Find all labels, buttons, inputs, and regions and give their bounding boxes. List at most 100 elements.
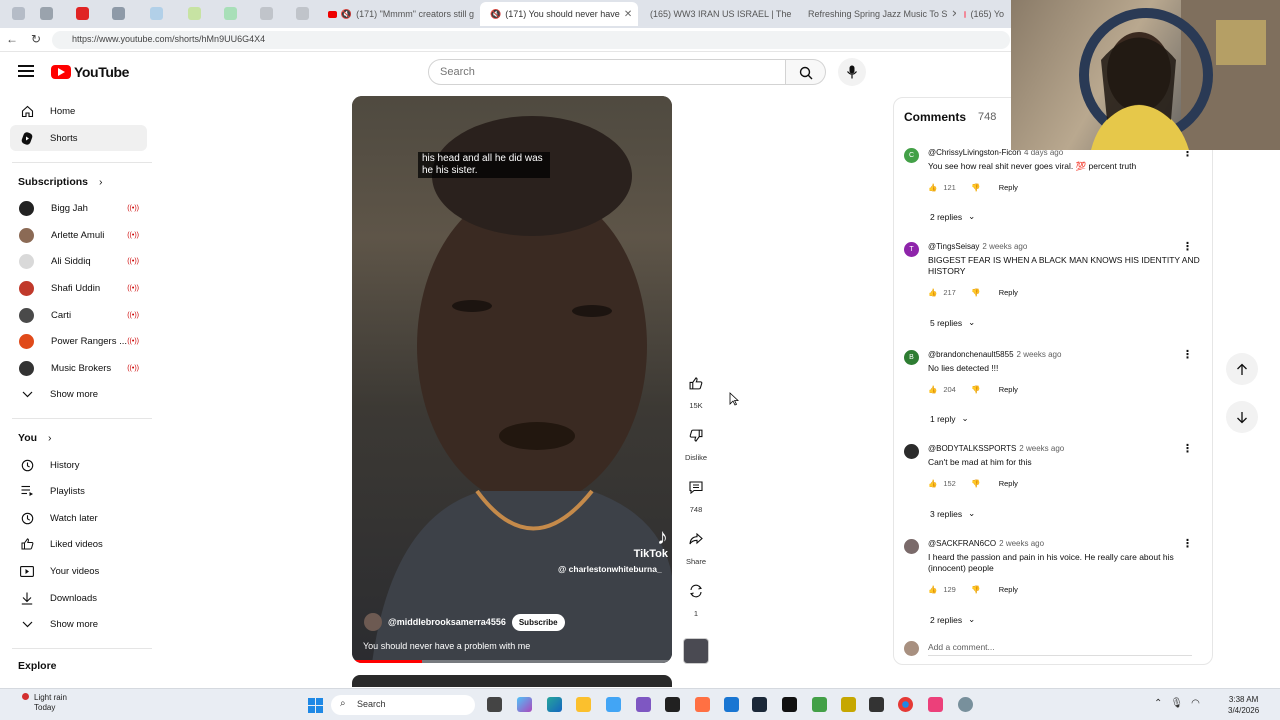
app-icon[interactable] xyxy=(841,697,856,712)
subscribe-button[interactable]: Subscribe xyxy=(511,613,565,631)
sidebar-item-your-videos[interactable]: Your videos xyxy=(10,558,147,584)
thumbs-up-icon[interactable]: 👍 xyxy=(928,183,937,192)
tab-favicon[interactable] xyxy=(188,7,201,20)
close-tab-icon[interactable]: ✕ xyxy=(795,9,796,20)
thumbs-up-icon[interactable]: 👍 xyxy=(928,585,937,594)
steam-icon[interactable] xyxy=(752,697,767,712)
app-icon[interactable] xyxy=(665,697,680,712)
dislike-button[interactable] xyxy=(682,421,710,449)
shorts-video-player[interactable]: ♪ TikTok @ charlestonwhiteburna_ @middle… xyxy=(352,96,672,663)
sidebar-item-shorts[interactable]: Shorts xyxy=(10,125,147,151)
tab-favicon[interactable] xyxy=(76,7,89,20)
channel-name[interactable]: @middlebrooksamerra4556 xyxy=(388,617,506,627)
sidebar-item-subscription[interactable]: Music Brokers ((•)) xyxy=(10,355,147,381)
thumbs-down-icon[interactable]: 👎 xyxy=(971,585,980,594)
app-icon[interactable] xyxy=(869,697,884,712)
thumbs-down-icon[interactable]: 👎 xyxy=(971,385,980,394)
sidebar-item-subscription[interactable]: Shafi Uddin ((•)) xyxy=(10,275,147,301)
commenter-avatar[interactable]: T xyxy=(904,242,919,257)
sidebar-item-subscription[interactable]: Bigg Jah ((•)) xyxy=(10,195,147,221)
you-heading[interactable]: You › xyxy=(18,432,51,444)
reply-button[interactable]: Reply xyxy=(999,183,1018,192)
app-icon[interactable] xyxy=(724,697,739,712)
commenter-avatar[interactable] xyxy=(904,444,919,459)
clock[interactable]: 3:38 AM 3/4/2026 xyxy=(1228,694,1259,716)
mute-icon[interactable]: 🔇 xyxy=(490,9,501,20)
close-tab-icon[interactable]: ✕ xyxy=(624,9,632,20)
reply-button[interactable]: Reply xyxy=(999,385,1018,394)
add-comment-input[interactable]: Add a comment... xyxy=(928,642,1192,656)
thumbs-up-icon[interactable]: 👍 xyxy=(928,479,937,488)
sidebar-item-subscription[interactable]: Power Rangers ... ((•)) xyxy=(10,328,147,354)
commenter-avatar[interactable]: C xyxy=(904,148,919,163)
wifi-icon[interactable]: ◠ xyxy=(1191,698,1200,709)
reply-button[interactable]: Reply xyxy=(999,585,1018,594)
comment-author[interactable]: @SACKFRAN6CO 2 weeks ago xyxy=(928,539,1044,548)
sidebar-item-history[interactable]: History xyxy=(10,452,147,478)
browser-tab[interactable]: (165) Yo xyxy=(958,2,1010,26)
search-input[interactable] xyxy=(428,59,786,85)
sidebar-item-liked-videos[interactable]: Liked videos xyxy=(10,531,147,557)
more-options-icon[interactable]: ⋮ xyxy=(1182,537,1193,550)
comments-button[interactable] xyxy=(682,473,710,501)
view-replies-button[interactable]: 3 replies ⌄ xyxy=(930,508,975,519)
comment-author[interactable]: @BODYTALKSSPORTS 2 weeks ago xyxy=(928,444,1064,453)
app-icon[interactable] xyxy=(695,697,710,712)
show-more-you[interactable]: Show more xyxy=(10,611,147,637)
tab-favicon[interactable] xyxy=(150,7,163,20)
thumbs-up-icon[interactable]: 👍 xyxy=(928,385,937,394)
tab-favicon[interactable] xyxy=(112,7,125,20)
show-more-subscriptions[interactable]: Show more xyxy=(10,381,147,407)
close-tab-icon[interactable]: ✕ xyxy=(951,9,956,20)
subscriptions-heading[interactable]: Subscriptions › xyxy=(18,176,102,188)
settings-icon[interactable] xyxy=(958,697,973,712)
taskbar-search[interactable]: ⌕ Search xyxy=(331,695,475,715)
sidebar-item-subscription[interactable]: Arlette Amuli ((•)) xyxy=(10,222,147,248)
messenger-icon[interactable] xyxy=(636,697,651,712)
browser-tab[interactable]: 🔇 (171) "Mmmm" creators still g xyxy=(322,2,480,26)
reload-icon[interactable]: ↻ xyxy=(28,32,44,46)
sidebar-item-subscription[interactable]: Carti ((•)) xyxy=(10,302,147,328)
channel-avatar[interactable] xyxy=(364,613,382,631)
tiktok-icon[interactable] xyxy=(782,697,797,712)
sidebar-item-home[interactable]: Home xyxy=(10,98,147,124)
share-button[interactable] xyxy=(682,525,710,553)
like-button[interactable] xyxy=(682,369,710,397)
more-options-icon[interactable]: ⋮ xyxy=(1182,240,1193,253)
view-replies-button[interactable]: 2 replies ⌄ xyxy=(930,211,975,222)
tab-favicon[interactable] xyxy=(296,7,309,20)
reply-button[interactable]: Reply xyxy=(999,479,1018,488)
next-short-preview[interactable] xyxy=(352,675,672,687)
system-tray[interactable]: ⌃ 🎙 ◠ xyxy=(1154,698,1200,709)
search-button[interactable] xyxy=(786,59,826,85)
file-explorer-icon[interactable] xyxy=(576,697,591,712)
windows-start-icon[interactable] xyxy=(308,698,323,713)
sidebar-item-downloads[interactable]: Downloads xyxy=(10,585,147,611)
video-progress-bar[interactable] xyxy=(352,660,672,663)
youtube-logo[interactable]: YouTube xyxy=(51,64,129,80)
tab-favicon[interactable] xyxy=(260,7,273,20)
browser-tab[interactable]: (165) WW3 IRAN US ISRAEL | The ✕ xyxy=(640,2,796,26)
tab-favicon[interactable] xyxy=(12,7,25,20)
more-options-icon[interactable]: ⋮ xyxy=(1182,348,1193,361)
thumbs-down-icon[interactable]: 👎 xyxy=(971,288,980,297)
commenter-avatar[interactable]: B xyxy=(904,350,919,365)
video-title[interactable]: You should never have a problem with me xyxy=(363,641,530,651)
hamburger-menu-icon[interactable] xyxy=(18,65,34,77)
tab-favicon[interactable] xyxy=(40,7,53,20)
sidebar-item-subscription[interactable]: Ali Siddiq ((•)) xyxy=(10,248,147,274)
view-replies-button[interactable]: 5 replies ⌄ xyxy=(930,317,975,328)
sidebar-item-watch-later[interactable]: Watch later xyxy=(10,505,147,531)
sidebar-item-playlists[interactable]: Playlists xyxy=(10,478,147,504)
copilot-icon[interactable] xyxy=(517,697,532,712)
weather-widget[interactable]: Light rain Today xyxy=(16,693,67,713)
comment-author[interactable]: @TingsSeisay 2 weeks ago xyxy=(928,242,1027,251)
chrome-icon[interactable] xyxy=(898,697,913,712)
app-icon[interactable] xyxy=(928,697,943,712)
thumbs-down-icon[interactable]: 👎 xyxy=(971,183,980,192)
more-options-icon[interactable]: ⋮ xyxy=(1182,442,1193,455)
commenter-avatar[interactable] xyxy=(904,539,919,554)
browser-tab-active[interactable]: 🔇 (171) You should never have ✕ xyxy=(480,2,638,26)
xbox-icon[interactable] xyxy=(812,697,827,712)
task-view-icon[interactable] xyxy=(487,697,502,712)
